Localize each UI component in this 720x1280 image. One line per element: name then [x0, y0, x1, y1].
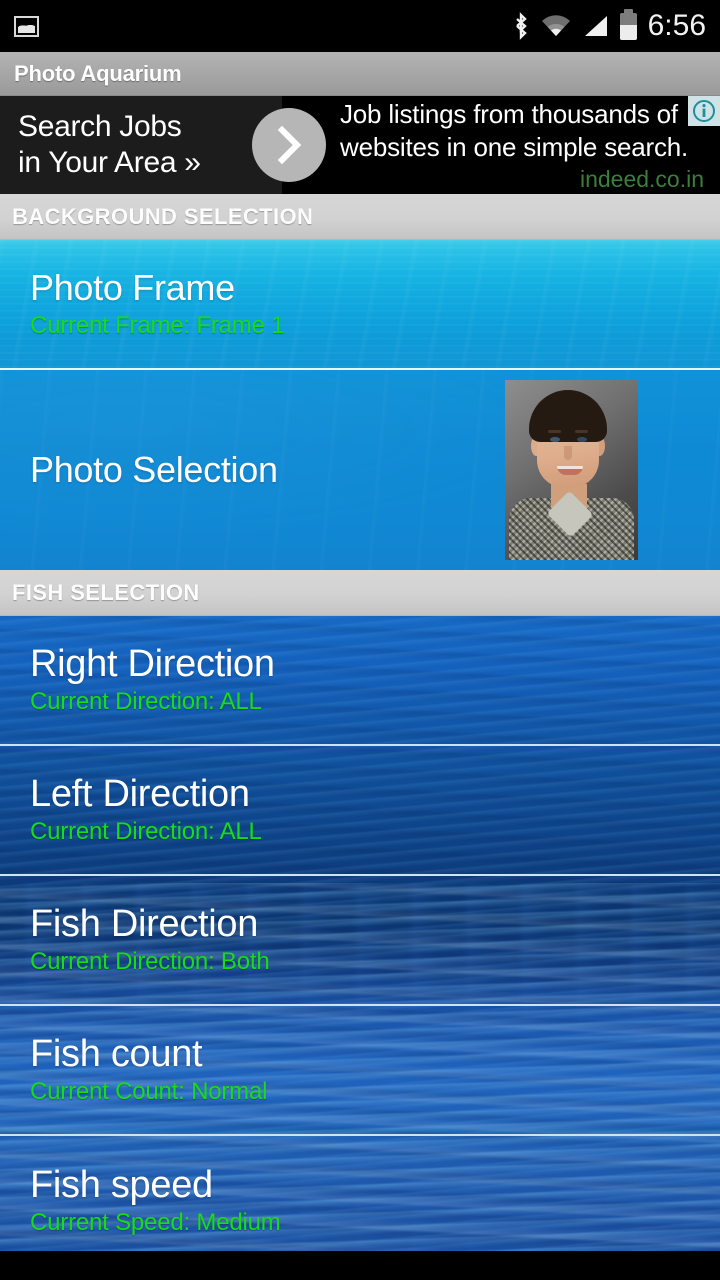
chevron-right-icon[interactable] [252, 108, 326, 182]
status-bar-notifications [14, 15, 39, 37]
list-item-title: Fish count [30, 1033, 203, 1075]
list-item-subtitle: Current Count: Normal [30, 1078, 268, 1105]
status-bar: 6:56 [0, 0, 720, 52]
section-header-background-selection: BACKGROUND SELECTION [0, 194, 720, 240]
list-item-fish-speed[interactable]: Fish speed Current Speed: Medium [0, 1136, 720, 1266]
ad-choices-info-icon[interactable] [688, 96, 720, 126]
fish-speed-text: Fish speed Current Speed: Medium [0, 1164, 281, 1238]
portrait-photo-thumbnail[interactable] [505, 380, 638, 560]
list-item-photo-selection[interactable]: Photo Selection [0, 370, 720, 570]
list-item-fish-direction[interactable]: Fish Direction Current Direction: Both [0, 876, 720, 1006]
photo-frame-text: Photo Frame Current Frame: Frame 1 [0, 267, 285, 341]
list-item-left-direction[interactable]: Left Direction Current Direction: ALL [0, 746, 720, 876]
list-item-subtitle: Current Direction: Both [30, 948, 270, 975]
cell-signal-icon [582, 14, 609, 38]
page-title: Photo Aquarium [14, 60, 182, 86]
left-direction-text: Left Direction Current Direction: ALL [0, 773, 262, 847]
list-item-title: Photo Frame [30, 267, 235, 308]
photo-selection-text: Photo Selection [0, 449, 278, 491]
app-screen: 6:56 Photo Aquarium Search Jobs in Your … [0, 0, 720, 1280]
ad-cta-line1: Search Jobs [18, 110, 182, 143]
list-item-title: Left Direction [30, 773, 250, 815]
section-header-label: FISH SELECTION [12, 579, 200, 605]
list-item-subtitle: Current Direction: ALL [30, 818, 262, 845]
ad-cta-line2: in Your Area » [18, 146, 201, 179]
list-item-title: Fish speed [30, 1164, 213, 1206]
right-direction-text: Right Direction Current Direction: ALL [0, 643, 275, 717]
ad-body-line1: Job listings from thousands of [340, 98, 678, 129]
list-item-title: Right Direction [30, 643, 275, 685]
status-bar-system-icons: 6:56 [512, 8, 706, 43]
list-item-subtitle: Current Speed: Medium [30, 1209, 281, 1236]
bluetooth-icon [512, 12, 530, 40]
app-title-bar: Photo Aquarium [0, 52, 720, 96]
fish-selection-panel: Right Direction Current Direction: ALL L… [0, 616, 720, 1251]
list-item-photo-frame[interactable]: Photo Frame Current Frame: Frame 1 [0, 240, 720, 370]
battery-icon [619, 8, 637, 40]
list-item-right-direction[interactable]: Right Direction Current Direction: ALL [0, 616, 720, 746]
fish-direction-text: Fish Direction Current Direction: Both [0, 903, 270, 977]
list-item-title: Photo Selection [30, 449, 278, 490]
ad-body-panel[interactable]: Job listings from thousands of websites … [282, 96, 720, 194]
clock: 6:56 [647, 9, 706, 42]
list-item-subtitle: Current Frame: Frame 1 [30, 312, 285, 339]
section-header-fish-selection: FISH SELECTION [0, 570, 720, 616]
list-item-subtitle: Current Direction: ALL [30, 688, 262, 715]
fish-count-text: Fish count Current Count: Normal [0, 1033, 267, 1107]
list-item-title: Fish Direction [30, 903, 259, 945]
ad-cta-panel[interactable]: Search Jobs in Your Area » [0, 96, 282, 194]
wifi-icon [541, 14, 571, 38]
list-item-fish-count[interactable]: Fish count Current Count: Normal [0, 1006, 720, 1136]
ad-url: indeed.co.in [579, 165, 704, 192]
section-header-label: BACKGROUND SELECTION [12, 203, 314, 229]
ad-body-line2: websites in one simple search. [340, 131, 689, 162]
ad-cta-text: Search Jobs in Your Area » [18, 109, 201, 181]
photo-icon [14, 15, 39, 37]
background-selection-panel: Photo Frame Current Frame: Frame 1 Photo… [0, 240, 720, 570]
ad-banner[interactable]: Search Jobs in Your Area » Job listings … [0, 96, 720, 194]
